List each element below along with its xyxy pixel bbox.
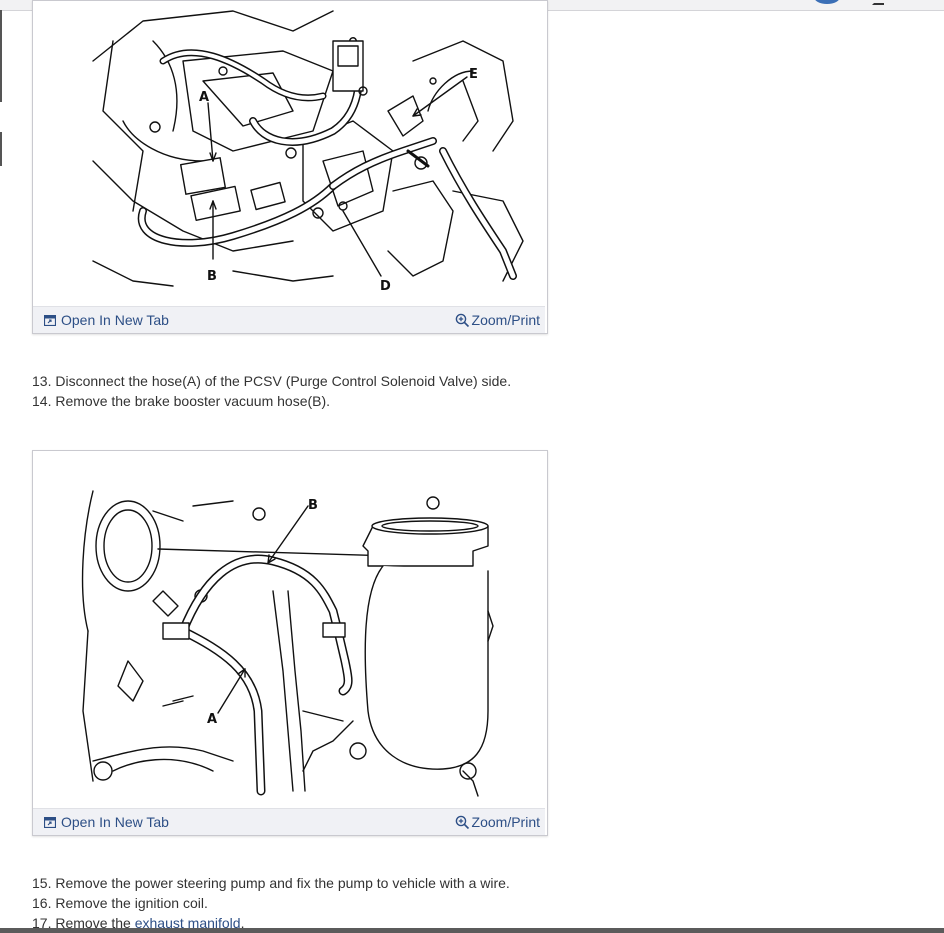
figure-caption-bar: Open In New Tab Zoom/Print xyxy=(33,306,545,333)
open-in-new-tab-label: Open In New Tab xyxy=(61,312,169,328)
step-16: 16. Remove the ignition coil. xyxy=(32,895,208,911)
callout-e: E xyxy=(469,67,478,82)
callout-b: B xyxy=(207,269,217,284)
magnifier-plus-icon xyxy=(455,313,469,327)
user-avatar-icon[interactable] xyxy=(814,0,840,4)
bottom-scroll-edge xyxy=(0,928,944,933)
procedure-steps-13-14: 13. Disconnect the hose(A) of the PCSV (… xyxy=(32,371,511,411)
callout-b: B xyxy=(308,498,318,513)
figure-illustration: B A xyxy=(33,451,545,807)
open-in-new-tab-label: Open In New Tab xyxy=(61,814,169,830)
figure-engine-hoses-1: A B D E Open In New Tab Zoom/Print xyxy=(32,0,548,334)
open-in-new-tab-icon xyxy=(44,816,56,828)
zoom-print-label: Zoom/Print xyxy=(471,312,540,328)
figure-caption-bar: Open In New Tab Zoom/Print xyxy=(33,808,545,835)
figure-engine-hoses-2: B A Open In New Tab Zoom/Print xyxy=(32,450,548,836)
step-15: 15. Remove the power steering pump and f… xyxy=(32,875,510,891)
open-in-new-tab-link[interactable]: Open In New Tab xyxy=(44,814,169,830)
callout-d: D xyxy=(380,279,391,294)
zoom-print-link[interactable]: Zoom/Print xyxy=(455,312,540,328)
magnifier-plus-icon xyxy=(455,815,469,829)
callout-a: A xyxy=(199,90,209,105)
step-14: 14. Remove the brake booster vacuum hose… xyxy=(32,393,331,409)
open-in-new-tab-link[interactable]: Open In New Tab xyxy=(44,312,169,328)
open-in-new-tab-icon xyxy=(44,314,56,326)
zoom-print-link[interactable]: Zoom/Print xyxy=(455,814,540,830)
callout-a: A xyxy=(207,712,217,727)
scroll-indicator xyxy=(0,10,2,102)
chevron-down-icon[interactable] xyxy=(872,0,884,5)
scroll-indicator xyxy=(0,132,2,166)
procedure-steps-15-17: 15. Remove the power steering pump and f… xyxy=(32,873,510,933)
figure-illustration: A B D E xyxy=(33,1,545,305)
zoom-print-label: Zoom/Print xyxy=(471,814,540,830)
step-13: 13. Disconnect the hose(A) of the PCSV (… xyxy=(32,373,512,389)
